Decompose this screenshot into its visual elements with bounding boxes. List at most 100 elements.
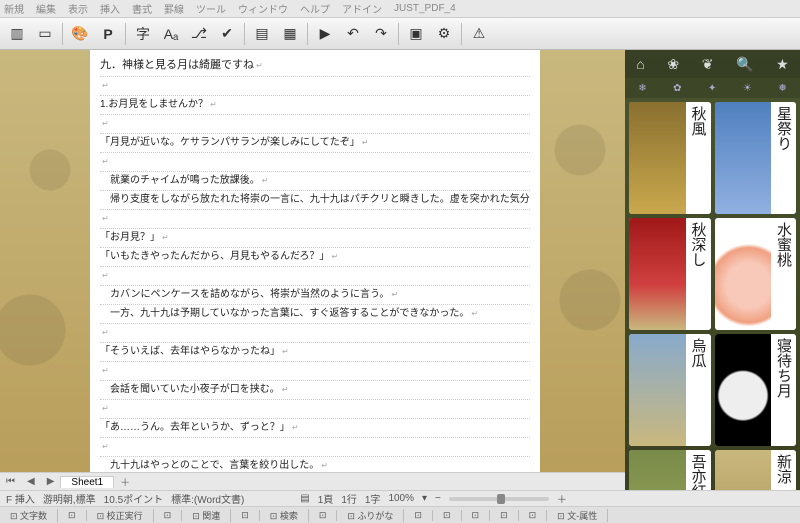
- document-page[interactable]: 九．神様と見る月は綺麗ですね↵ ↵ 1.お月見をしませんか？↵ ↵「月見が近いな…: [90, 50, 540, 490]
- menu-新規[interactable]: 新規: [4, 1, 24, 16]
- bottom-tab[interactable]: ⊡: [519, 510, 548, 521]
- theme-tile[interactable]: 秋深し: [629, 218, 711, 330]
- bottom-tab[interactable]: ⊡: [58, 510, 87, 521]
- bottom-tab[interactable]: ⊡: [433, 510, 462, 521]
- undo-icon[interactable]: ↶: [340, 21, 366, 47]
- font-size[interactable]: 10.5ポイント: [104, 491, 163, 506]
- bottom-tab[interactable]: ⊡ 検索: [260, 509, 309, 522]
- panel-toolbar: ⌂ ❀ ❦ 🔍 ★: [625, 50, 800, 78]
- bottom-tab[interactable]: ⊡: [404, 510, 433, 521]
- theme-tile[interactable]: 秋風: [629, 102, 711, 214]
- sheet-tab-bar: ⏮ ◀ ▶ Sheet1 ＋: [0, 472, 625, 490]
- tile-label: 烏瓜: [686, 334, 711, 446]
- settings-icon[interactable]: ⚙: [431, 21, 457, 47]
- panel-filter-row: ❄ ✿ ✦ ☀ ❅: [625, 78, 800, 98]
- menu-表示[interactable]: 表示: [68, 1, 88, 16]
- menu-書式[interactable]: 書式: [132, 1, 152, 16]
- tile-label: 吾亦紅: [686, 450, 711, 490]
- snowflake-icon[interactable]: ❅: [778, 83, 786, 94]
- text-line: ↵: [100, 115, 530, 134]
- theme-tile[interactable]: 烏瓜: [629, 334, 711, 446]
- menu-アドイン[interactable]: アドイン: [342, 1, 382, 16]
- text-line: カバンにペンケースを詰めながら、将崇が当然のように言う。↵: [100, 286, 530, 305]
- theme-tile[interactable]: 寝待ち月: [715, 334, 797, 446]
- snow-icon[interactable]: ❄: [638, 83, 646, 94]
- menu-ヘルプ[interactable]: ヘルプ: [300, 1, 330, 16]
- theme-tile[interactable]: 新涼: [715, 450, 797, 490]
- bottom-tab[interactable]: ⊡: [231, 510, 260, 521]
- text-line: 「お月見？」↵: [100, 229, 530, 248]
- redo-icon[interactable]: ↷: [368, 21, 394, 47]
- sheet-nav-next[interactable]: ▶: [41, 476, 61, 487]
- bottom-tab[interactable]: ⊡ 校正実行: [87, 509, 154, 522]
- star-icon[interactable]: ★: [776, 56, 789, 73]
- zoom-slider[interactable]: [449, 497, 549, 501]
- section-heading: 1.お月見をしませんか？↵: [100, 96, 530, 115]
- spellcheck-icon[interactable]: ✔: [214, 21, 240, 47]
- book-icon[interactable]: ▥: [4, 21, 30, 47]
- theme-tile[interactable]: 吾亦紅: [629, 450, 711, 490]
- menu-罫線[interactable]: 罫線: [164, 1, 184, 16]
- bottom-tab[interactable]: ⊡ 文字数: [0, 509, 58, 522]
- text-line: ↵: [100, 400, 530, 419]
- char-icon[interactable]: 字: [130, 21, 156, 47]
- paragraph-icon[interactable]: P: [95, 21, 121, 47]
- page-icon[interactable]: ▭: [32, 21, 58, 47]
- menu-JUST_PDF_4[interactable]: JUST_PDF_4: [394, 3, 456, 14]
- menu-編集[interactable]: 編集: [36, 1, 56, 16]
- bottom-tab[interactable]: ⊡: [490, 510, 519, 521]
- tile-label: 星祭り: [771, 102, 796, 214]
- text-line: ↵: [100, 153, 530, 172]
- status-bar: F 挿入 游明朝,標準 10.5ポイント 標準:(Word文書) ▤ 1頁 1行…: [0, 490, 800, 506]
- view-icon[interactable]: ▤: [300, 493, 309, 504]
- menu-挿入[interactable]: 挿入: [100, 1, 120, 16]
- editor-area: 九．神様と見る月は綺麗ですね↵ ↵ 1.お月見をしませんか？↵ ↵「月見が近いな…: [0, 50, 625, 490]
- search-icon[interactable]: 🔍: [736, 56, 753, 73]
- bottom-tab[interactable]: ⊡ 文-属性: [547, 509, 608, 522]
- text-line: 「あ……うん。去年というか、ずっと？」↵: [100, 419, 530, 438]
- layout-icon[interactable]: ▤: [249, 21, 275, 47]
- sheet-add[interactable]: ＋: [114, 474, 136, 489]
- menu-bar: 新規編集表示挿入書式罫線ツールウィンドウヘルプアドイン JUST_PDF_4: [0, 0, 800, 18]
- menu-ツール[interactable]: ツール: [196, 1, 226, 16]
- theme-tile[interactable]: 星祭り: [715, 102, 797, 214]
- style-name[interactable]: 標準:(Word文書): [171, 491, 244, 506]
- font-name[interactable]: 游明朝,標準: [43, 491, 96, 506]
- zoom-value[interactable]: 100%: [388, 493, 414, 504]
- home-icon[interactable]: ⌂: [636, 56, 644, 72]
- flower-icon[interactable]: ❀: [667, 56, 679, 73]
- text-line: ↵: [100, 267, 530, 286]
- sun-icon[interactable]: ☀: [743, 83, 752, 94]
- chapter-heading: 九．神様と見る月は綺麗ですね↵: [100, 56, 530, 77]
- form-icon[interactable]: ▣: [403, 21, 429, 47]
- text-line: 就業のチャイムが鳴った放課後。↵: [100, 172, 530, 191]
- tree-icon[interactable]: ⎇: [186, 21, 212, 47]
- main-toolbar: ▥ ▭ 🎨 P 字 Aₐ ⎇ ✔ ▤ ▦ ▶ ↶ ↷ ▣ ⚙ ⚠: [0, 18, 800, 50]
- font-icon[interactable]: Aₐ: [158, 21, 184, 47]
- blossom-icon[interactable]: ✿: [673, 83, 681, 94]
- sparkle-icon[interactable]: ✦: [708, 83, 716, 94]
- palette-icon[interactable]: 🎨: [67, 21, 93, 47]
- sheet-nav-first[interactable]: ⏮: [0, 476, 21, 487]
- bottom-tab[interactable]: ⊡ ふりがな: [337, 509, 404, 522]
- leaf-icon[interactable]: ❦: [702, 56, 714, 73]
- zoom-dropdown-icon[interactable]: ▾: [422, 493, 427, 504]
- select-icon[interactable]: ▦: [277, 21, 303, 47]
- insert-mode: F 挿入: [6, 491, 35, 506]
- run-icon[interactable]: ▶: [312, 21, 338, 47]
- page-indicator: 1頁: [318, 491, 334, 506]
- sheet-tab[interactable]: Sheet1: [60, 476, 114, 488]
- tile-label: 秋風: [686, 102, 711, 214]
- theme-tile[interactable]: 水蜜桃: [715, 218, 797, 330]
- bottom-tab[interactable]: ⊡: [462, 510, 491, 521]
- menu-ウィンドウ[interactable]: ウィンドウ: [238, 1, 288, 16]
- bottom-tab[interactable]: ⊡ 関連: [182, 509, 231, 522]
- bottom-tab[interactable]: ⊡: [154, 510, 183, 521]
- tile-label: 水蜜桃: [771, 218, 796, 330]
- sheet-nav-prev[interactable]: ◀: [21, 476, 41, 487]
- alert-icon[interactable]: ⚠: [466, 21, 492, 47]
- bottom-tab[interactable]: ⊡: [309, 510, 338, 521]
- zoom-in-button[interactable]: ＋: [557, 491, 567, 506]
- text-line: ↵: [100, 210, 530, 229]
- zoom-out-button[interactable]: −: [435, 493, 441, 504]
